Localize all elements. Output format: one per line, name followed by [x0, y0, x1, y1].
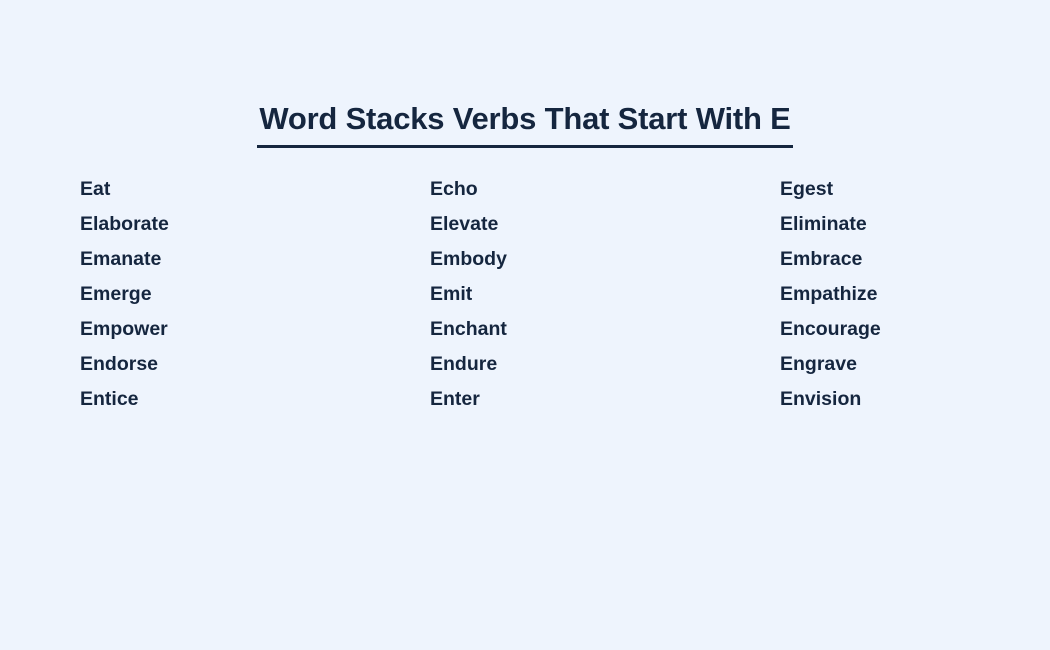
word-list: Eat Elaborate Emanate Emerge Empower End… — [80, 172, 970, 417]
word-item: Egest — [780, 178, 834, 200]
word-item: Emit — [430, 283, 473, 305]
word-item: Elaborate — [80, 213, 169, 235]
word-item: Envision — [780, 388, 862, 410]
page-title: Word Stacks Verbs That Start With E — [257, 99, 793, 148]
word-item: Enter — [430, 388, 480, 410]
word-item: Embrace — [780, 248, 863, 270]
word-item: Eat — [80, 178, 111, 200]
word-item: Endorse — [80, 353, 159, 375]
word-column-1: Eat Elaborate Emanate Emerge Empower End… — [80, 172, 430, 417]
word-item: Endure — [430, 353, 498, 375]
word-item: Embody — [430, 248, 507, 270]
word-item: Elevate — [430, 213, 499, 235]
title-block: Word Stacks Verbs That Start With E — [0, 78, 1050, 169]
word-item: Engrave — [780, 353, 857, 375]
word-item: Emerge — [80, 283, 152, 305]
word-item: Empathize — [780, 283, 878, 305]
word-item: Eliminate — [780, 213, 867, 235]
word-item: Echo — [430, 178, 478, 200]
word-item: Encourage — [780, 318, 881, 340]
word-item: Emanate — [80, 248, 162, 270]
word-column-3: Egest Eliminate Embrace Empathize Encour… — [780, 172, 970, 417]
word-item: Enchant — [430, 318, 507, 340]
word-item: Entice — [80, 388, 139, 410]
word-item: Empower — [80, 318, 168, 340]
page-root: Word Stacks Verbs That Start With E Eat … — [0, 0, 1050, 650]
word-column-2: Echo Elevate Embody Emit Enchant Endure … — [430, 172, 780, 417]
